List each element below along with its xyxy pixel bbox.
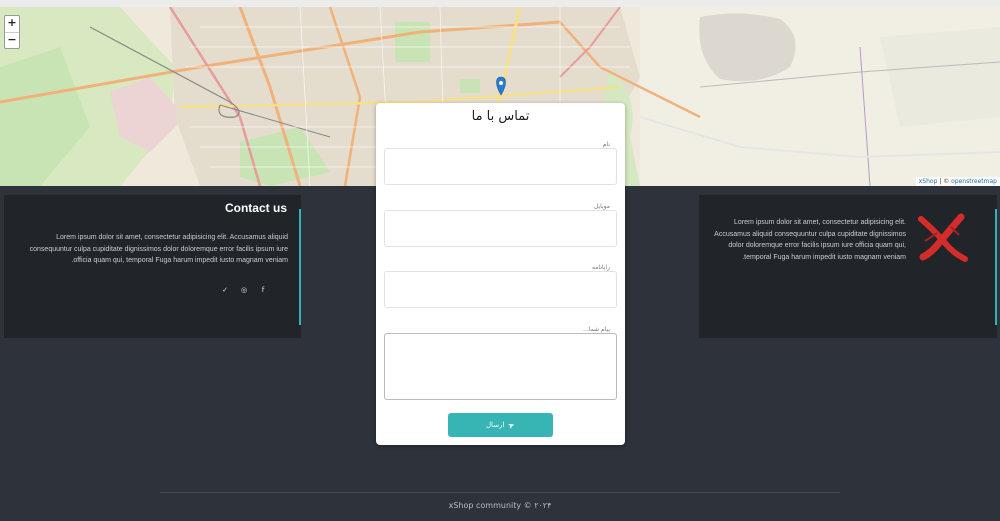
submit-button[interactable]: ➤ ارسال <box>448 413 553 437</box>
facebook-icon[interactable]: f <box>259 286 267 294</box>
mobile-field-label: موبایل <box>591 203 612 210</box>
xshop-logo <box>918 213 968 262</box>
email-field[interactable]: رایانامه <box>384 264 617 308</box>
about-description: Lorem ipsum dolor sit amet, consectetur … <box>714 219 906 261</box>
message-field-label: پیام شما... <box>581 326 612 333</box>
footer-copyright: xShop community © ۲۰۲۴ <box>448 501 552 510</box>
email-field-label: رایانامه <box>590 264 612 271</box>
contact-form: تماس با ما نام موبایل رایانامه پیام شما.… <box>376 103 625 445</box>
zoom-in-button[interactable]: + <box>5 16 19 32</box>
form-title: تماس با ما <box>471 109 530 124</box>
footer-divider <box>160 492 840 493</box>
contact-us-title: Contact us <box>224 201 287 215</box>
zoom-out-button[interactable]: − <box>5 32 19 48</box>
map-attribution: xShop | © openstreetmap <box>915 177 1000 186</box>
contact-us-description: Lorem ipsum dolor sit amet, consectetur … <box>29 234 288 264</box>
attribution-brand-link[interactable]: xShop <box>919 178 938 185</box>
top-strip <box>0 0 1000 7</box>
social-links: ✓ ◎ f <box>221 286 267 294</box>
mobile-field[interactable]: موبایل <box>384 203 617 247</box>
send-icon: ➤ <box>507 419 517 431</box>
instagram-icon[interactable]: ◎ <box>240 286 248 294</box>
map-zoom-control: + − <box>4 15 20 49</box>
contact-us-card: Contact us Lorem ipsum dolor sit amet, c… <box>4 195 301 338</box>
attribution-separator: | © <box>937 178 952 185</box>
attribution-source-link[interactable]: openstreetmap <box>951 178 997 185</box>
name-field[interactable]: نام <box>384 141 617 185</box>
twitter-icon[interactable]: ✓ <box>221 286 229 294</box>
message-textarea[interactable]: پیام شما... <box>384 326 617 400</box>
submit-button-label: ارسال <box>485 421 505 429</box>
about-card: Lorem ipsum dolor sit amet, consectetur … <box>699 195 997 338</box>
name-field-label: نام <box>600 141 612 148</box>
